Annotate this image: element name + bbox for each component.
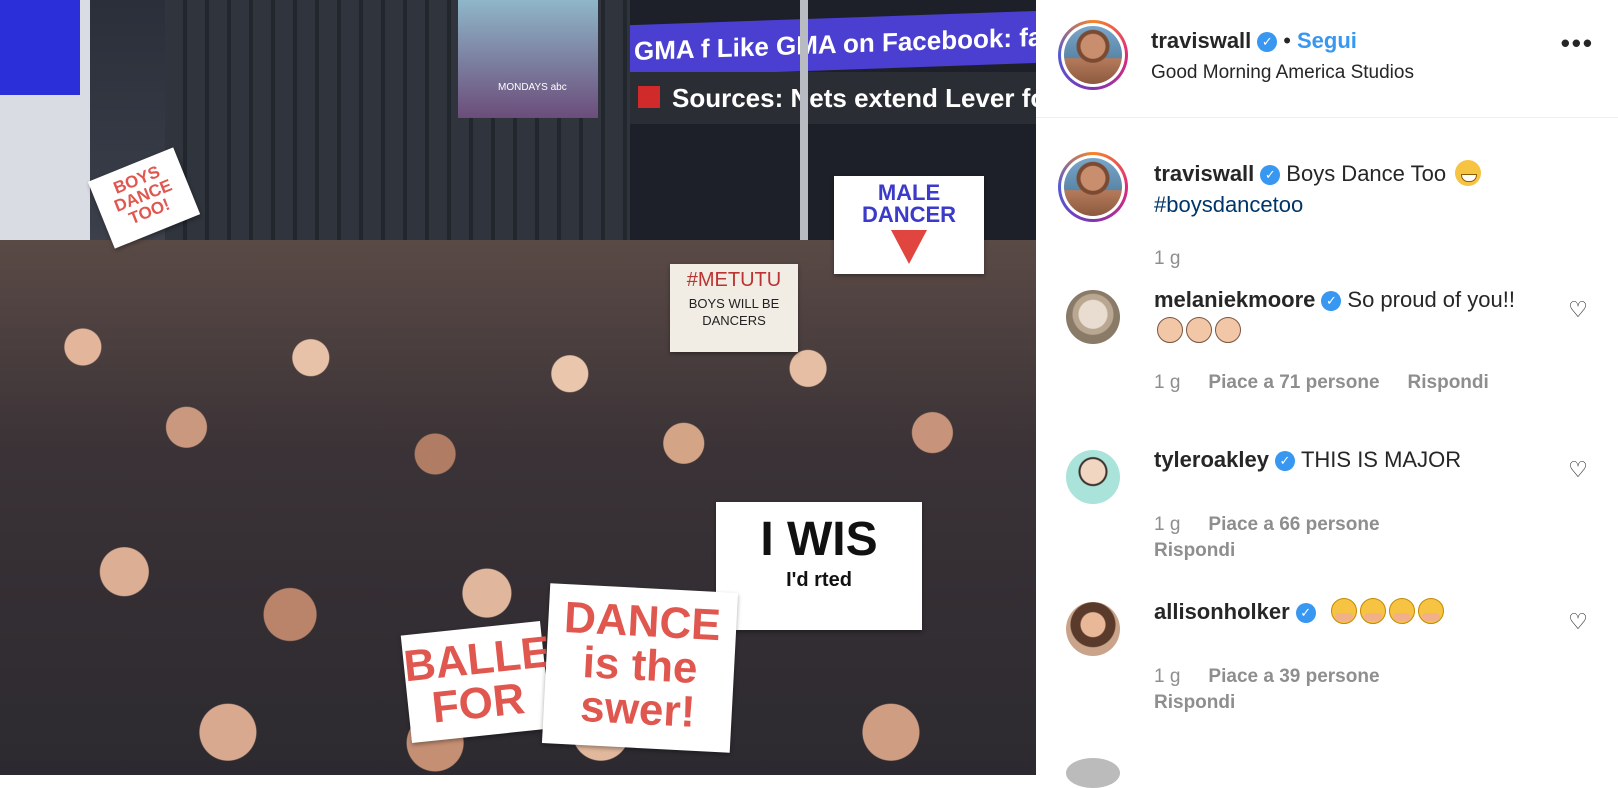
verified-badge-icon: ✓ — [1274, 451, 1295, 471]
commenter-avatar[interactable] — [1066, 602, 1120, 656]
hugging-face-icon — [1359, 598, 1386, 624]
next-commenter-avatar — [1066, 758, 1120, 788]
post-sidebar: traviswall ✓ • Segui Good Morning America S… — [1036, 0, 1618, 788]
comment-meta: 1 g Piace a 71 persone Rispondi — [1154, 372, 1517, 394]
comment-meta: 1 g Piace a 66 persone Rispondi — [1154, 512, 1574, 564]
commenter-avatar[interactable] — [1066, 450, 1120, 504]
verified-badge-icon: ✓ — [1321, 291, 1342, 311]
hashtag-link[interactable]: #boysdancetoo — [1154, 192, 1303, 217]
comment-time[interactable]: 1 g — [1154, 666, 1180, 687]
post-photo[interactable]: MONDAYS abc GMA f Like GMA on Facebook: … — [0, 0, 1036, 775]
gma-ticker-bottom: Sources: Nets extend Lever for 3 ye — [630, 72, 1036, 124]
grinning-face-icon — [1455, 160, 1482, 186]
reply-button[interactable]: Rispondi — [1154, 692, 1235, 713]
comment-likes[interactable]: Piace a 66 persone — [1208, 514, 1379, 535]
clapping-hands-icon — [1215, 317, 1241, 343]
street-pole — [800, 0, 808, 280]
comment-body: THIS IS MAJOR — [1300, 447, 1462, 472]
comment-time[interactable]: 1 g — [1154, 514, 1180, 535]
comment-time[interactable]: 1 g — [1154, 372, 1180, 393]
header-user-line: traviswall ✓ • Segui — [1151, 28, 1357, 54]
comment-username[interactable]: melaniekmoore — [1154, 287, 1315, 312]
sign-male-dancer: MALE DANCER — [834, 176, 984, 274]
comment-text: allisonholker ✓ — [1154, 596, 1534, 627]
hugging-face-icon — [1417, 598, 1444, 624]
verified-badge-icon: ✓ — [1257, 32, 1278, 52]
avatar-image — [1064, 26, 1122, 84]
verified-badge-icon: ✓ — [1260, 165, 1281, 185]
clapping-hands-icon — [1157, 317, 1183, 343]
reply-button[interactable]: Rispondi — [1408, 372, 1489, 393]
verified-badge-icon: ✓ — [1295, 603, 1316, 623]
comment-text: melaniekmoore ✓ So proud of you!! — [1154, 284, 1534, 346]
follow-button[interactable]: Segui — [1297, 28, 1357, 53]
avatar-image — [1064, 158, 1122, 216]
down-arrow-icon — [891, 230, 927, 264]
commenter-avatar[interactable] — [1066, 290, 1120, 344]
author-avatar[interactable] — [1058, 20, 1128, 90]
like-heart-icon[interactable]: ♡ — [1568, 611, 1588, 633]
like-heart-icon[interactable]: ♡ — [1568, 299, 1588, 321]
post-header: traviswall ✓ • Segui Good Morning America S… — [1036, 0, 1618, 118]
billboard: MONDAYS abc — [458, 0, 598, 118]
comment-meta: 1 g Piace a 39 persone Rispondi — [1154, 664, 1574, 716]
hugging-face-icon — [1388, 598, 1415, 624]
comment-likes[interactable]: Piace a 39 persone — [1208, 666, 1379, 687]
more-options-icon[interactable]: ••• — [1561, 28, 1594, 59]
caption-time[interactable]: 1 g — [1154, 248, 1180, 269]
separator-dot: • — [1283, 28, 1291, 53]
sign-dance-answer: DANCE is the swer! — [541, 583, 739, 753]
comment-text: tyleroakley ✓ THIS IS MAJOR — [1154, 444, 1534, 475]
clapping-hands-icon — [1186, 317, 1212, 343]
comment-likes[interactable]: Piace a 71 persone — [1208, 372, 1379, 393]
sign-metutu: #METUTU BOYS WILL BE DANCERS — [670, 264, 798, 352]
comment-body: So proud of you!! — [1347, 287, 1515, 312]
caption-text: traviswall ✓ Boys Dance Too #boysdancetoo — [1154, 158, 1534, 220]
caption-body: Boys Dance Too — [1286, 161, 1447, 186]
caption-avatar[interactable] — [1058, 152, 1128, 222]
hugging-face-icon — [1330, 598, 1357, 624]
post-location[interactable]: Good Morning America Studios — [1151, 62, 1414, 84]
sign-i-wish: I WIS I'd rted — [716, 502, 922, 630]
caption-username[interactable]: traviswall — [1154, 161, 1254, 186]
caption-meta: 1 g — [1154, 248, 1208, 270]
comment-username[interactable]: tyleroakley — [1154, 447, 1269, 472]
sign-ballet: BALLE FOR — [400, 620, 552, 744]
author-username[interactable]: traviswall — [1151, 28, 1251, 53]
like-heart-icon[interactable]: ♡ — [1568, 459, 1588, 481]
reply-button[interactable]: Rispondi — [1154, 540, 1235, 561]
comment-username[interactable]: allisonholker — [1154, 599, 1290, 624]
